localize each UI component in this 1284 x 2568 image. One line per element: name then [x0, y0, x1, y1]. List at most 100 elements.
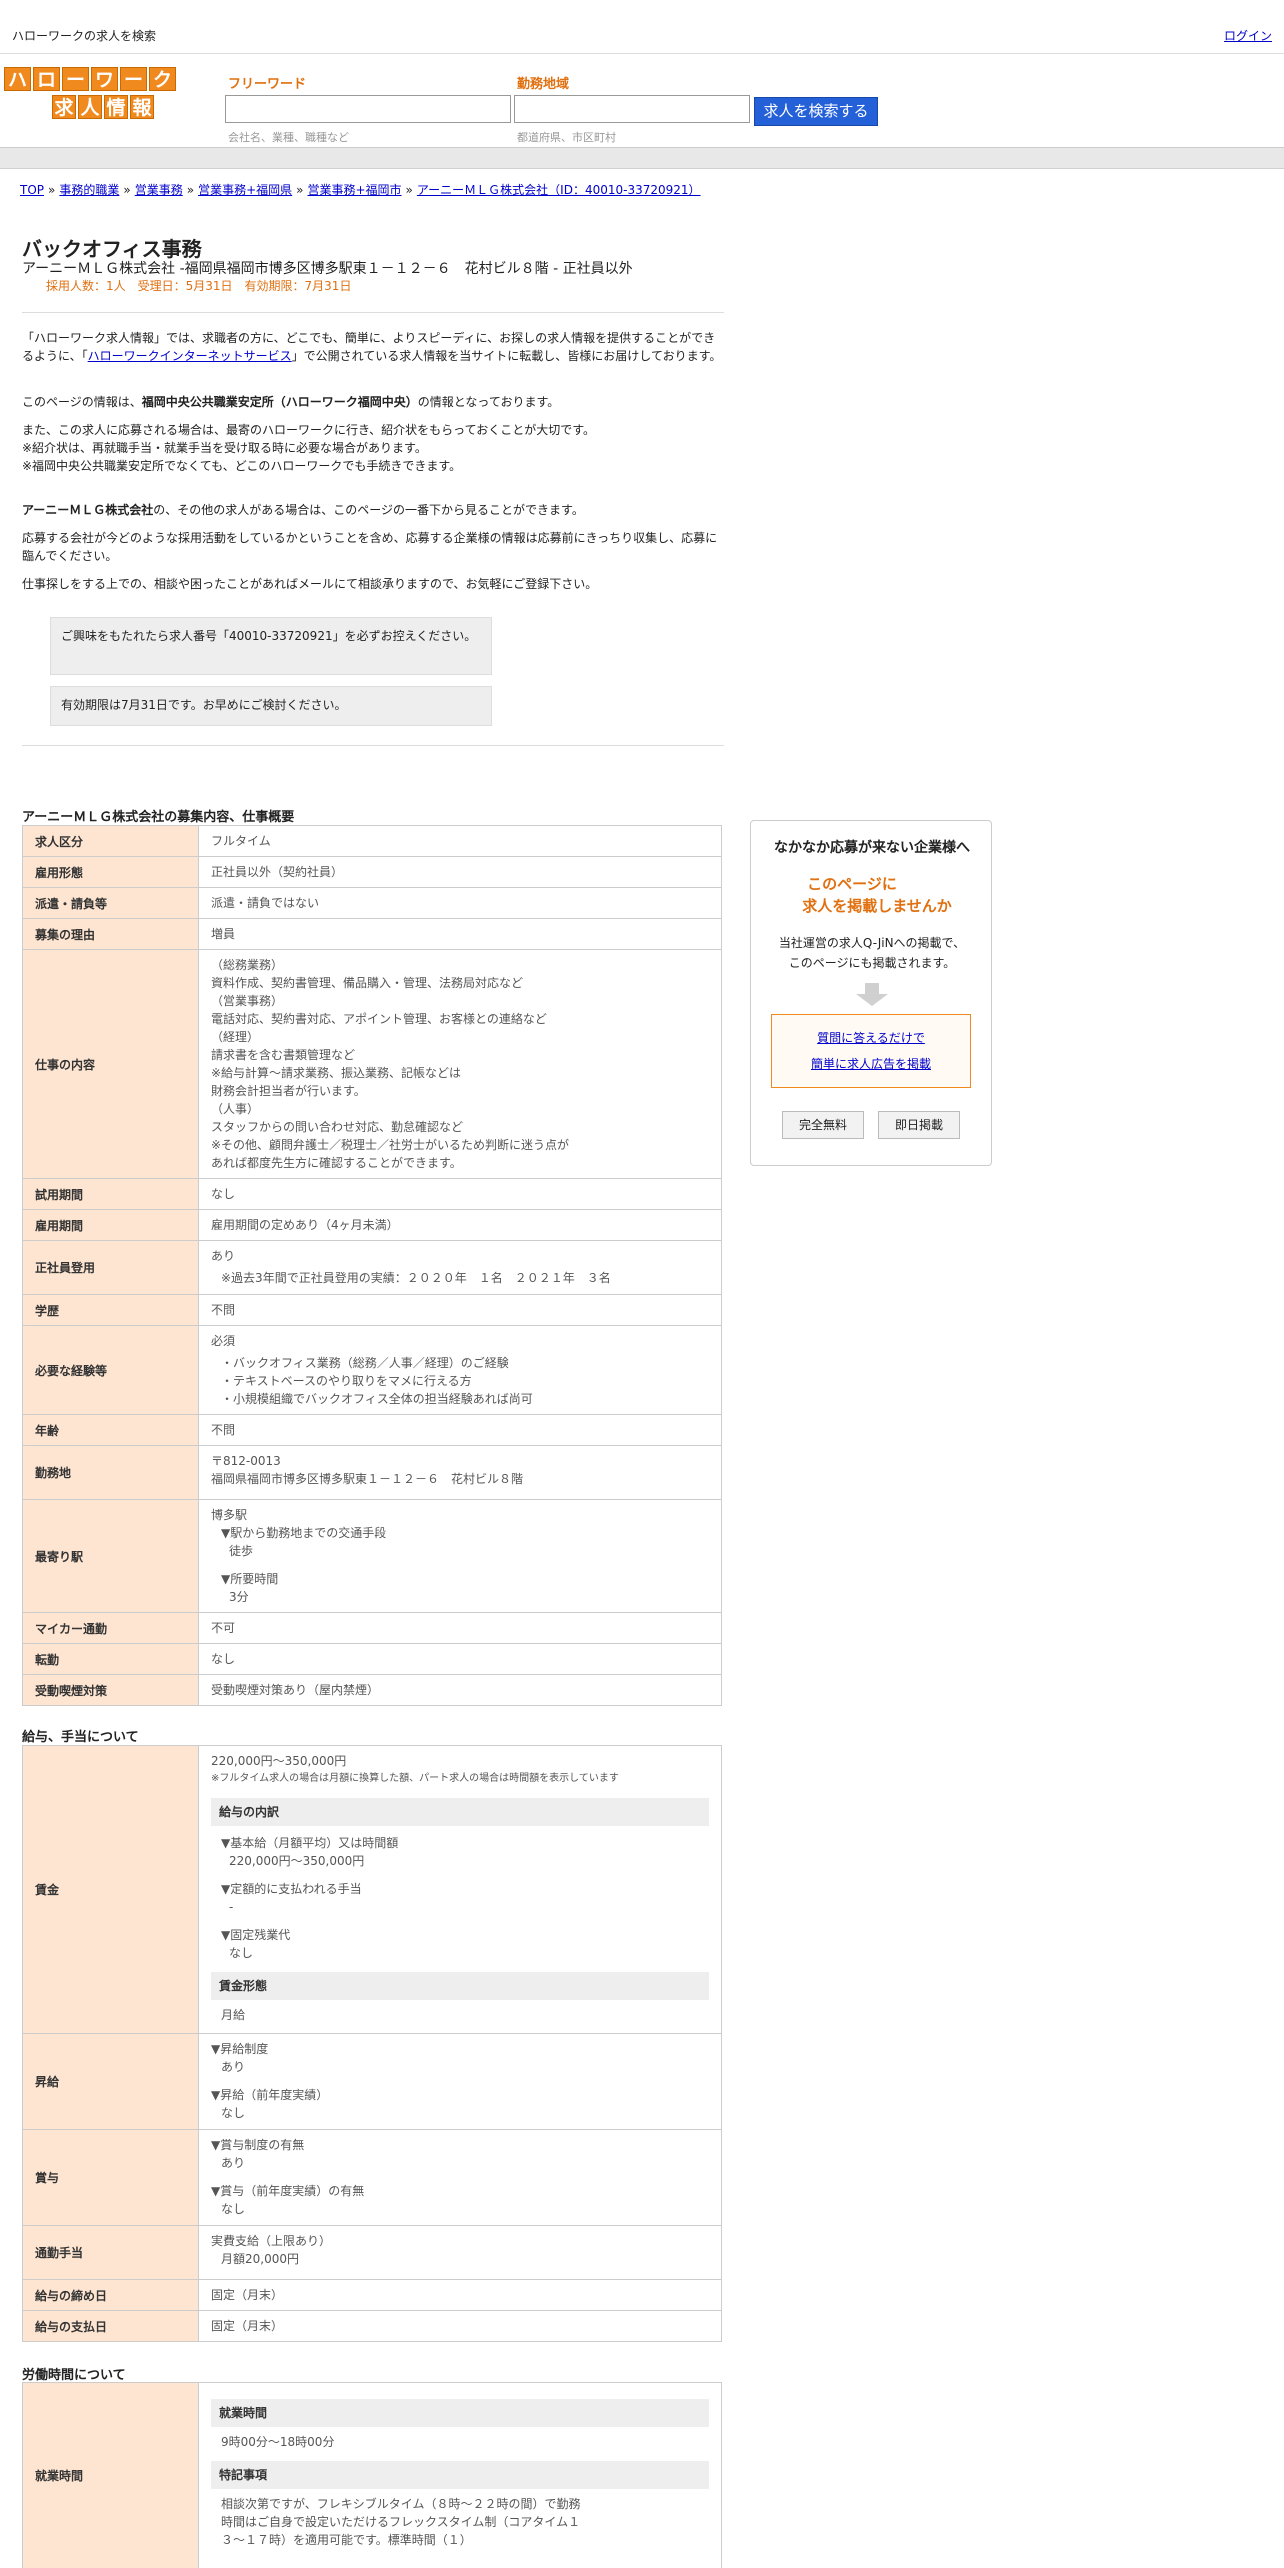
divider [22, 312, 724, 313]
logo-char: ロ [33, 67, 60, 91]
value-line: 資料作成、契約書管理、備品購入・管理、法務局対応など [211, 976, 524, 990]
fixed-overtime-heading: ▼固定残業代 [221, 1928, 291, 1942]
ad-heading: なかなか応募が来ない企業様へ [774, 840, 970, 856]
job-number-note: ご興味をもたれたら求人番号「40010-33720921」を必ずお控えください。 [50, 617, 492, 675]
row-label: 雇用形態 [22, 856, 199, 888]
hellowork-internet-service-link[interactable]: ハローワークインターネットサービス [88, 349, 292, 363]
value-line: （総務業務） [211, 958, 284, 972]
special-notes-title: 特記事項 [211, 2461, 709, 2489]
hours-heading: 労働時間について [22, 2368, 126, 2383]
intro-text: このページの情報は、 [22, 395, 142, 409]
down-arrow-icon [856, 983, 888, 1006]
row-label: 昇給 [22, 2033, 199, 2130]
station-transport-heading: ▼駅から勤務地までの交通手段 [221, 1526, 387, 1540]
value-line: ・バックオフィス業務（総務／人事／経理）のご経験 [221, 1356, 509, 1370]
table-row: 就業時間 就業時間 9時00分〜18時00分 特記事項 相談次第ですが、フレキシ… [22, 2382, 722, 2568]
row-value: 派遣・請負ではない [198, 887, 722, 919]
commute-value: 実費支給（上限あり） [211, 2234, 332, 2248]
table-row: 年齢 不問 [22, 1414, 722, 1446]
breadcrumb-separator: » [405, 183, 413, 197]
logo-char: ク [149, 67, 176, 91]
row-label: 仕事の内容 [22, 949, 199, 1179]
value-line: 〒812-0013 [211, 1454, 281, 1468]
value-line: 受動喫煙対策あり（屋内禁煙） [211, 1683, 380, 1697]
breadcrumb-link[interactable]: TOP [20, 183, 44, 197]
logo-row-2: 求人情報 [52, 95, 154, 119]
job-subtitle: アーニーＭＬＧ株式会社 -福岡県福岡市博多区博多駅東１－１２－６ 花村ビル８階 … [22, 261, 633, 277]
intro-text: 」で公開されている求人情報を当サイトに転載し、皆様にお届けしております。 [291, 349, 722, 363]
table-row: 転勤 なし [22, 1643, 722, 1675]
note-line: ３～１７時）を適用可能です。標準時間（１） [221, 2533, 472, 2547]
wage-form-value: 月給 [221, 2008, 246, 2022]
intro-paragraph-1: 「ハローワーク求人情報」では、求職者の方に、どこでも、簡単に、よりスピーディに、… [22, 329, 722, 365]
station-time-value: 3分 [229, 1590, 249, 1604]
row-value: 〒812-0013 福岡県福岡市博多区博多駅東１－１２－６ 花村ビル８階 [198, 1445, 722, 1500]
value-line: 博多駅 [211, 1508, 248, 1522]
ad-offer-line: 求人を掲載しませんか [802, 897, 952, 915]
logo-char: ハ [4, 67, 31, 91]
value-line: 雇用期間の定めあり（4ヶ月未満） [211, 1218, 399, 1232]
same-day-badge: 即日掲載 [878, 1111, 960, 1139]
value-line: 財務会計担当者が行います。 [211, 1084, 366, 1098]
logo-char: ー [62, 67, 89, 91]
value-line: 不可 [211, 1621, 236, 1635]
freeword-placeholder: 会社名、業種、職種など [228, 131, 349, 144]
row-value: 不問 [198, 1294, 722, 1326]
login-link[interactable]: ログイン [1224, 27, 1272, 44]
row-value: 受動喫煙対策あり（屋内禁煙） [198, 1674, 722, 1706]
ad-link-answer-questions[interactable]: 質問に答えるだけで [817, 1031, 925, 1045]
row-value: 増員 [198, 918, 722, 950]
note-line: 時間はご自身で設定いただけるフレックスタイム制（コアタイム１ [221, 2515, 581, 2529]
expiry-note: 有効期限は7月31日です。お早めにご検討ください。 [50, 686, 492, 726]
table-row: 最寄り駅 博多駅 ▼駅から勤務地までの交通手段 徒歩 ▼所要時間 3分 [22, 1499, 722, 1613]
value-line: なし [211, 1187, 236, 1201]
table-row: 勤務地 〒812-0013 福岡県福岡市博多区博多駅東１－１２－６ 花村ビル８階 [22, 1445, 722, 1500]
row-value: 不可 [198, 1612, 722, 1644]
search-button[interactable]: 求人を検索する [754, 97, 878, 126]
area-input[interactable] [514, 95, 750, 123]
breadcrumb-link[interactable]: 事務的職業 [59, 183, 119, 197]
intro-paragraph-3: また、この求人に応募される場合は、最寄のハローワークに行き、紹介状をもらっておく… [22, 421, 722, 475]
intro-text: の、その他の求人がある場合は、このページの一番下から見ることができます。 [153, 503, 584, 517]
breadcrumb-link[interactable]: 営業事務+福岡県 [198, 183, 292, 197]
logo-char: 情 [104, 95, 128, 119]
bonus-last-year-value: なし [221, 2202, 246, 2216]
table-row: 雇用形態 正社員以外（契約社員） [22, 856, 722, 888]
freeword-input[interactable] [225, 95, 511, 123]
logo-char: 求 [52, 95, 76, 119]
header-divider-band [0, 147, 1284, 169]
freeword-label: フリーワード [228, 77, 307, 92]
pay-table: 賃金 220,000円〜350,000円 ※フルタイム求人の場合は月額に換算した… [22, 1745, 722, 2342]
breadcrumb-link[interactable]: アーニーＭＬＧ株式会社（ID：40010-33720921） [417, 183, 701, 197]
value-line: （営業事務） [211, 994, 284, 1008]
breadcrumb-link[interactable]: 営業事務+福岡市 [307, 183, 401, 197]
value-line: （経理） [211, 1030, 260, 1044]
station-transport-value: 徒歩 [229, 1544, 254, 1558]
value-line: ※過去3年間で正社員登用の実績：２０２０年 １名 ２０２１年 ３名 [221, 1271, 611, 1285]
ad-description: 当社運営の求人Q-JiNへの掲載で、 このページにも掲載されます。 [751, 933, 993, 973]
ad-offer-line: このページに [807, 875, 897, 893]
row-label: 給与の支払日 [22, 2310, 199, 2342]
value-line: 正社員以外（契約社員） [211, 865, 344, 879]
intro-line: ※福岡中央公共職業安定所でなくても、どこのハローワークでも手続きできます。 [22, 459, 462, 473]
hellowork-logo[interactable]: ハローワーク 求人情報 [4, 67, 180, 121]
breadcrumb-link[interactable]: 営業事務 [135, 183, 183, 197]
commute-amount: 月額20,000円 [221, 2252, 299, 2266]
pay-heading: 給与、手当について [22, 1730, 139, 1745]
table-row: 通勤手当 実費支給（上限あり） 月額20,000円 [22, 2225, 722, 2280]
value-line: ※給与計算～請求業務、振込業務、記帳などは [211, 1066, 462, 1080]
top-bar: ハローワークの求人を検索 ログイン [0, 0, 1284, 54]
value-line: スタッフからの問い合わせ対応、勤怠確認など [211, 1120, 464, 1134]
row-label: 試用期間 [22, 1178, 199, 1210]
breadcrumb: TOP» 事務的職業» 営業事務» 営業事務+福岡県» 営業事務+福岡市» アーニーＭＬＧ… [20, 181, 701, 198]
ad-link-post-ad[interactable]: 簡単に求人広告を掲載 [811, 1057, 931, 1071]
bonus-value: あり [221, 2156, 246, 2170]
base-pay-heading: ▼基本給（月額平均）又は時間額 [221, 1836, 399, 1850]
row-value: フルタイム [198, 825, 722, 857]
table-row: 派遣・請負等 派遣・請負ではない [22, 887, 722, 919]
area-label: 勤務地域 [517, 77, 570, 92]
row-value: 雇用期間の定めあり（4ヶ月未満） [198, 1209, 722, 1241]
table-row: 募集の理由 増員 [22, 918, 722, 950]
value-line: 請求書を含む書類管理など [211, 1048, 356, 1062]
row-label: 給与の締め日 [22, 2279, 199, 2311]
